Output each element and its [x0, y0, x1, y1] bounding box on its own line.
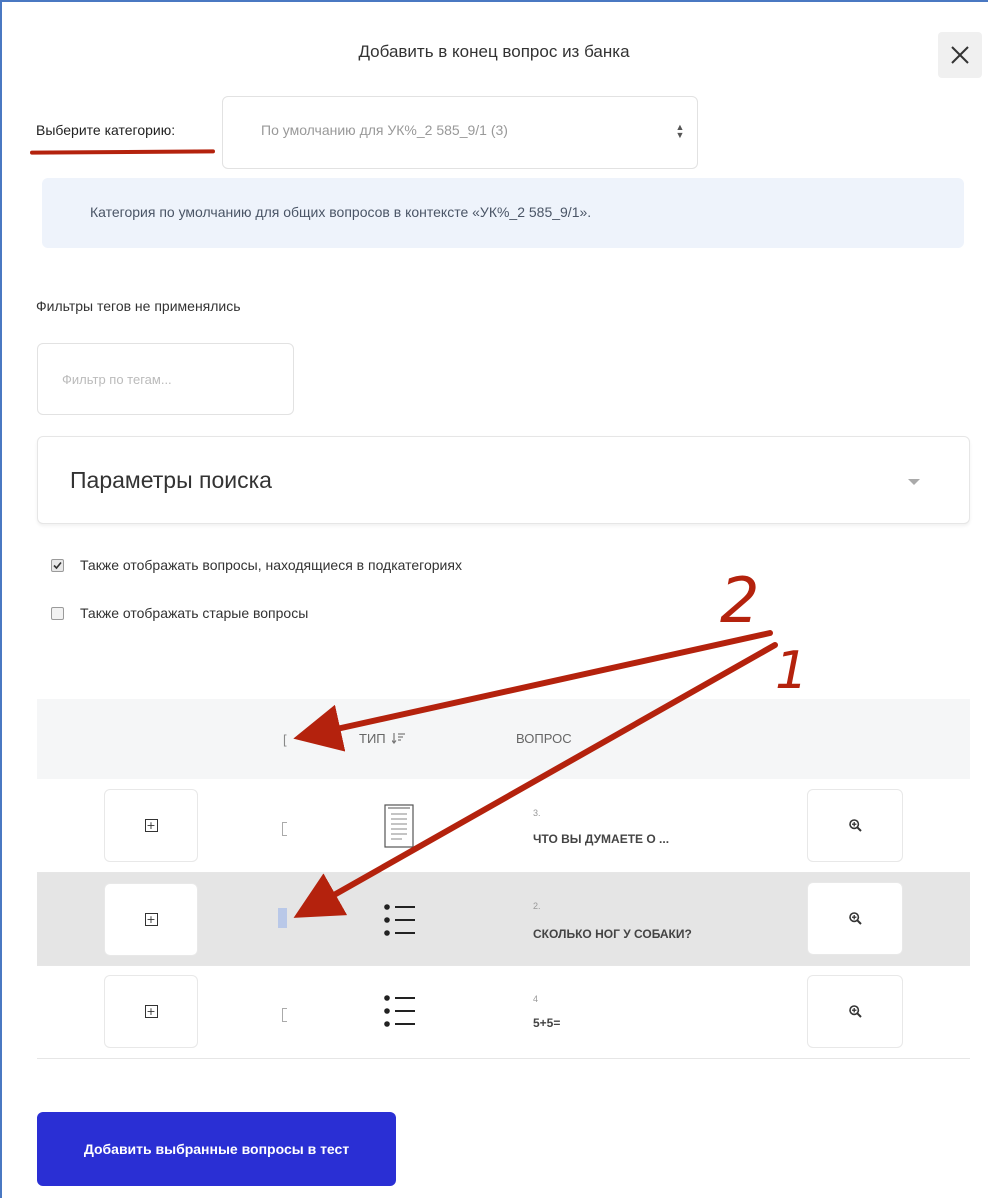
- old-questions-label: Также отображать старые вопросы: [80, 605, 309, 621]
- category-label-underline-annotation: [29, 149, 216, 155]
- add-selected-questions-button[interactable]: Добавить выбранные вопросы в тест: [37, 1112, 396, 1186]
- essay-document-icon: [384, 804, 414, 848]
- zoom-in-icon: [848, 912, 862, 925]
- add-question-button[interactable]: +: [104, 883, 198, 956]
- option-old-questions: Также отображать старые вопросы: [51, 604, 308, 622]
- search-params-panel[interactable]: Параметры поиска: [37, 436, 970, 524]
- caret-down-icon: [908, 479, 920, 485]
- sort-icon: [391, 733, 406, 744]
- plus-square-icon: +: [144, 913, 158, 926]
- modal-top-border: [0, 0, 988, 2]
- table-row: + 3. ЧТО ВЫ ДУМАЕТЕ О ...: [37, 780, 970, 873]
- modal-left-border: [0, 0, 2, 1198]
- table-row-highlighted: + 2. СКОЛЬКО НОГ У СОБАКИ?: [37, 873, 970, 966]
- question-number: 2.: [533, 901, 541, 911]
- question-text: 5+5=: [533, 1016, 561, 1030]
- annotation-label-2: 2: [720, 564, 759, 637]
- check-icon: [53, 561, 62, 569]
- question-checkbox[interactable]: [282, 822, 287, 836]
- preview-question-button[interactable]: [807, 882, 903, 955]
- question-column-header: ВОПРОС: [516, 731, 572, 746]
- tag-filter-status: Фильтры тегов не применялись: [36, 298, 241, 314]
- multichoice-list-icon: [384, 995, 415, 1027]
- question-text: СКОЛЬКО НОГ У СОБАКИ?: [533, 927, 692, 941]
- category-info-text: Категория по умолчанию для общих вопросо…: [90, 204, 592, 220]
- close-icon: [951, 46, 969, 64]
- plus-square-icon: +: [144, 1005, 158, 1018]
- category-label: Выберите категорию:: [36, 122, 176, 138]
- search-params-title: Параметры поиска: [70, 467, 272, 493]
- select-all-checkbox[interactable]: [: [283, 732, 287, 747]
- type-header-label: ТИП: [359, 731, 386, 746]
- modal-title: Добавить в конец вопрос из банка: [358, 42, 630, 61]
- question-number: 3.: [533, 808, 541, 818]
- subcategories-label: Также отображать вопросы, находящиеся в …: [80, 557, 462, 573]
- category-select[interactable]: По умолчанию для УК%_2 585_9/1 (3) ▲ ▼: [222, 96, 698, 169]
- question-number: 4: [533, 994, 539, 1004]
- preview-question-button[interactable]: [807, 789, 903, 862]
- add-question-button[interactable]: +: [104, 975, 198, 1048]
- select-sort-arrows-icon: ▲ ▼: [675, 122, 685, 140]
- multichoice-list-icon: [384, 904, 415, 936]
- plus-square-icon: +: [144, 819, 158, 832]
- option-subcategories: Также отображать вопросы, находящиеся в …: [51, 556, 462, 574]
- zoom-in-icon: [848, 819, 862, 832]
- question-text: ЧТО ВЫ ДУМАЕТЕ О ...: [533, 832, 670, 846]
- close-button[interactable]: [938, 32, 982, 78]
- category-info-box: Категория по умолчанию для общих вопросо…: [42, 178, 964, 248]
- type-column-header[interactable]: ТИП: [359, 731, 406, 746]
- table-row: + 4 5+5=: [37, 966, 970, 1059]
- subcategories-checkbox[interactable]: [51, 558, 64, 572]
- zoom-in-icon: [848, 1005, 862, 1018]
- question-checkbox[interactable]: [278, 908, 287, 928]
- annotation-label-1: 1: [775, 641, 808, 701]
- old-questions-checkbox[interactable]: [51, 606, 64, 620]
- question-checkbox[interactable]: [282, 1008, 287, 1022]
- table-header: [ ТИП ВОПРОС: [37, 699, 970, 779]
- category-select-value: По умолчанию для УК%_2 585_9/1 (3): [261, 122, 508, 138]
- tag-filter-input[interactable]: [37, 343, 294, 415]
- add-question-button[interactable]: +: [104, 789, 198, 862]
- preview-question-button[interactable]: [807, 975, 903, 1048]
